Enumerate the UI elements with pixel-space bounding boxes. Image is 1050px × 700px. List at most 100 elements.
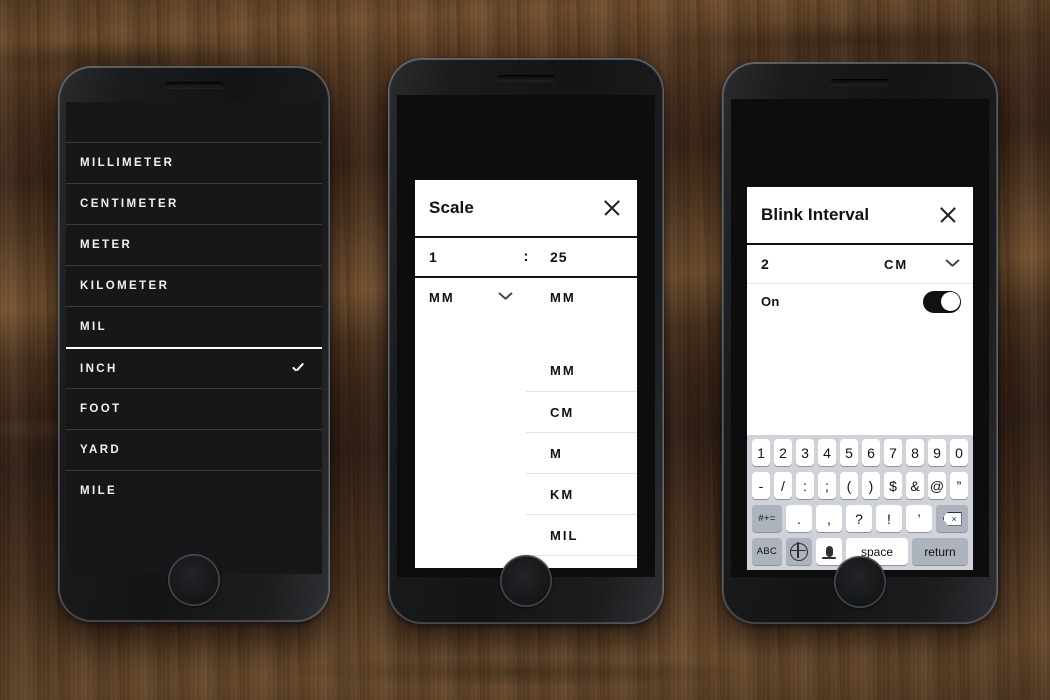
unit-list-item[interactable]: CENTIMETER	[66, 183, 322, 224]
unit-list-item[interactable]: MIL	[66, 306, 322, 347]
unit-list-item-label: MILE	[80, 485, 118, 497]
unit-list-item-label: MIL	[80, 321, 107, 333]
key-4[interactable]: 4	[818, 439, 836, 466]
key-[interactable]: @	[928, 472, 946, 499]
phone-screen-2: Scale : 1 MM 25 MM MM CM M KM MIL IN	[397, 95, 655, 577]
globe-icon[interactable]	[786, 538, 812, 565]
key-5[interactable]: 5	[840, 439, 858, 466]
unit-list-item-label: METER	[80, 239, 133, 251]
keyboard-row-symbols: - /:;() $ & @”	[749, 472, 971, 499]
unit-list-item[interactable]: INCH	[66, 347, 322, 388]
blink-toggle-row: On	[747, 283, 973, 319]
checkmark-icon	[290, 361, 306, 377]
unit-list-item[interactable]: MILE	[66, 470, 322, 511]
key-0[interactable]: 0	[950, 439, 968, 466]
unit-list: MILLIMETER CENTIMETER METER KILOMETER MIL INC…	[66, 142, 322, 511]
key-[interactable]: )	[862, 472, 880, 499]
unit-list-item[interactable]: MILLIMETER	[66, 142, 322, 183]
key-[interactable]: &	[906, 472, 924, 499]
unit-list-item[interactable]: KILOMETER	[66, 265, 322, 306]
scale-right-value[interactable]: 25	[526, 236, 637, 276]
blink-value-row: 2 CM	[747, 243, 973, 283]
blink-dialog-title: Blink Interval	[761, 205, 870, 224]
blink-value-input[interactable]: 2	[747, 243, 860, 283]
phone-device-1: MILLIMETER CENTIMETER METER KILOMETER MIL INC…	[58, 66, 330, 622]
unit-list-item-label: CENTIMETER	[80, 198, 179, 210]
scale-left-unit-select[interactable]: MM	[415, 276, 526, 316]
unit-dropdown-item[interactable]: KM	[526, 473, 637, 514]
dialog-empty-area	[747, 319, 973, 435]
key-8[interactable]: 8	[906, 439, 924, 466]
phone-screen-3: Blink Interval 2 CM On 1 2 3 4 5 6 7 8 9…	[731, 99, 989, 577]
blink-interval-dialog: Blink Interval 2 CM On 1 2 3 4 5 6 7 8 9…	[747, 187, 973, 570]
key-2[interactable]: 2	[774, 439, 792, 466]
key-6[interactable]: 6	[862, 439, 880, 466]
key-3[interactable]: 3	[796, 439, 814, 466]
unit-dropdown-item[interactable]: MIL	[526, 514, 637, 555]
unit-list-item[interactable]: FOOT	[66, 388, 322, 429]
scale-left-column: 1 MM	[415, 236, 526, 316]
phone-device-2: Scale : 1 MM 25 MM MM CM M KM MIL IN	[388, 58, 664, 624]
unit-list-item-label: MILLIMETER	[80, 157, 175, 169]
unit-list-item[interactable]: YARD	[66, 429, 322, 470]
phone-screen-1: MILLIMETER CENTIMETER METER KILOMETER MIL INC…	[66, 102, 322, 574]
key-[interactable]: ,	[816, 505, 842, 532]
keyboard-row-punctuation: #+= .,?!’ ×	[749, 505, 971, 532]
key-abc[interactable]: ABC	[752, 538, 782, 565]
scale-left-unit-label: MM	[429, 289, 455, 305]
key-[interactable]: (	[840, 472, 858, 499]
blink-unit-select[interactable]: CM	[860, 243, 973, 283]
key-[interactable]: !	[876, 505, 902, 532]
unit-dropdown-item[interactable]: M	[526, 432, 637, 473]
key-[interactable]: $	[884, 472, 902, 499]
key-symbol-toggle[interactable]: #+=	[752, 505, 782, 532]
unit-dropdown-item[interactable]: MM	[526, 350, 637, 391]
backspace-icon[interactable]: ×	[936, 505, 968, 532]
key-[interactable]: ’	[906, 505, 932, 532]
globe-glyph	[789, 542, 808, 561]
keyboard-punct-group: .,?!’	[786, 505, 932, 532]
keyboard-row-numbers: 1234567890	[749, 439, 971, 466]
key-7[interactable]: 7	[884, 439, 902, 466]
blink-dialog-header: Blink Interval	[747, 187, 973, 243]
chevron-down-icon	[945, 256, 961, 272]
earpiece-speaker-3	[831, 79, 889, 85]
close-icon[interactable]	[601, 197, 623, 219]
scale-right-column: 25 MM	[526, 236, 637, 316]
unit-dropdown-item[interactable]: CM	[526, 391, 637, 432]
key-1[interactable]: 1	[752, 439, 770, 466]
chevron-down-icon	[498, 289, 514, 305]
scale-ratio-row: : 1 MM 25 MM	[415, 236, 637, 316]
microphone-icon[interactable]	[816, 538, 842, 565]
key-[interactable]: -	[752, 472, 770, 499]
unit-list-item-label: INCH	[80, 362, 118, 375]
scale-dialog-title: Scale	[429, 198, 474, 217]
key-[interactable]: ;	[818, 472, 836, 499]
scale-left-value[interactable]: 1	[415, 236, 526, 276]
key-[interactable]: ?	[846, 505, 872, 532]
key-[interactable]: :	[796, 472, 814, 499]
scale-right-unit-label: MM	[550, 289, 576, 305]
key-[interactable]: /	[774, 472, 792, 499]
home-button-3[interactable]	[834, 556, 886, 608]
unit-list-item-label: KILOMETER	[80, 280, 170, 292]
home-button-1[interactable]	[168, 554, 220, 606]
ratio-separator: :	[523, 248, 529, 265]
close-icon[interactable]	[937, 204, 959, 226]
unit-dropdown-list: MMCMMKMMILINFTYD	[526, 350, 637, 577]
numeric-keyboard: 1234567890 - /:;() $ & @” #+= .,?!’ × ABC sp…	[747, 435, 973, 570]
blink-toggle-switch[interactable]	[923, 290, 961, 313]
key-return[interactable]: return	[912, 538, 968, 565]
key-9[interactable]: 9	[928, 439, 946, 466]
blink-unit-column: CM	[860, 243, 973, 283]
key-[interactable]: .	[786, 505, 812, 532]
unit-list-item[interactable]: METER	[66, 224, 322, 265]
scale-dialog: Scale : 1 MM 25 MM MM CM M KM MIL IN	[415, 180, 637, 577]
scale-right-unit-select[interactable]: MM	[526, 276, 637, 316]
key-[interactable]: ”	[950, 472, 968, 499]
toggle-knob	[940, 292, 960, 311]
blink-unit-label: CM	[884, 256, 909, 272]
unit-list-item-label: FOOT	[80, 403, 122, 415]
blink-toggle-label: On	[761, 294, 780, 309]
home-button-2[interactable]	[500, 555, 552, 607]
